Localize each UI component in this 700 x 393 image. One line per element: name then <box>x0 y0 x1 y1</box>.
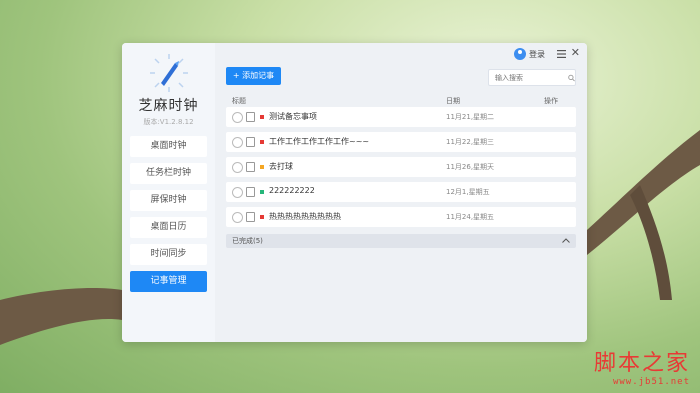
completed-label: 已完成(5) <box>232 237 263 245</box>
header-action: 操作 <box>544 97 558 105</box>
note-type-icon <box>246 187 255 197</box>
sidebar-item-notes[interactable]: 记事管理 <box>130 271 207 292</box>
note-date: 12月1,星期五 <box>446 188 490 196</box>
sidebar-item-screensaver-clock[interactable]: 屏保时钟 <box>130 190 207 211</box>
complete-checkbox[interactable] <box>232 112 243 123</box>
login-label: 登录 <box>529 49 545 59</box>
sidebar-item-taskbar-clock[interactable]: 任务栏时钟 <box>130 163 207 184</box>
sidebar: 芝麻时钟 版本:V1.2.8.12 桌面时钟 任务栏时钟 屏保时钟 桌面日历 时… <box>122 43 216 342</box>
priority-dot <box>260 140 264 144</box>
add-note-button[interactable]: + 添加记事 <box>226 67 281 85</box>
table-row[interactable]: 工作工作工作工作工作~~~ 11月22,星期三 <box>226 132 576 152</box>
note-title: 去打球 <box>269 162 293 171</box>
priority-dot <box>260 190 264 194</box>
table-row[interactable]: 热热热热热热热热热 11月24,星期五 <box>226 207 576 227</box>
watermark: 脚本之家 www.jb51.net <box>594 345 690 387</box>
chevron-up-icon <box>562 238 570 243</box>
header-title: 标题 <box>232 97 246 105</box>
watermark-url: www.jb51.net <box>612 377 690 387</box>
app-name: 芝麻时钟 <box>138 98 199 114</box>
version-label: 版本:V1.2.8.12 <box>143 118 194 126</box>
note-type-icon <box>246 212 255 222</box>
close-icon[interactable]: ✕ <box>571 46 580 59</box>
sidebar-item-time-sync[interactable]: 时间同步 <box>130 244 207 265</box>
app-logo-icon <box>150 54 188 92</box>
note-type-icon <box>246 162 255 172</box>
user-icon <box>514 48 526 60</box>
sidebar-nav: 桌面时钟 任务栏时钟 屏保时钟 桌面日历 时间同步 记事管理 <box>130 136 207 298</box>
header-date: 日期 <box>446 97 460 105</box>
priority-dot <box>260 165 264 169</box>
sidebar-item-desktop-clock[interactable]: 桌面时钟 <box>130 136 207 157</box>
note-list: 测试备忘事项 11月21,星期二 工作工作工作工作工作~~~ 11月22,星期三… <box>226 107 576 232</box>
note-date: 11月21,星期二 <box>446 113 495 121</box>
search-icon[interactable] <box>568 74 575 82</box>
table-row[interactable]: 222222222 12月1,星期五 <box>226 182 576 202</box>
table-row[interactable]: 去打球 11月26,星期天 <box>226 157 576 177</box>
complete-checkbox[interactable] <box>232 212 243 223</box>
login-button[interactable]: 登录 <box>514 48 545 60</box>
watermark-text: 脚本之家 <box>593 351 690 376</box>
note-date: 11月24,星期五 <box>446 213 495 221</box>
note-type-icon <box>246 112 255 122</box>
completed-section-toggle[interactable]: 已完成(5) <box>226 234 576 248</box>
complete-checkbox[interactable] <box>232 187 243 198</box>
table-header: 标题 日期 操作 <box>226 93 576 107</box>
main-panel: 登录 ✕ + 添加记事 标题 日期 操作 测试备忘事项 <box>215 43 587 342</box>
note-date: 11月22,星期三 <box>446 138 495 146</box>
note-title: 热热热热热热热热热 <box>269 212 341 221</box>
note-type-icon <box>246 137 255 147</box>
menu-icon[interactable] <box>557 50 566 58</box>
sidebar-item-desktop-calendar[interactable]: 桌面日历 <box>130 217 207 238</box>
search-box <box>488 69 576 86</box>
note-title: 测试备忘事项 <box>269 112 317 121</box>
priority-dot <box>260 215 264 219</box>
complete-checkbox[interactable] <box>232 162 243 173</box>
priority-dot <box>260 115 264 119</box>
search-input[interactable] <box>493 72 565 83</box>
note-date: 11月26,星期天 <box>446 163 495 171</box>
table-row[interactable]: 测试备忘事项 11月21,星期二 <box>226 107 576 127</box>
complete-checkbox[interactable] <box>232 137 243 148</box>
note-title: 222222222 <box>269 186 315 195</box>
app-window: 芝麻时钟 版本:V1.2.8.12 桌面时钟 任务栏时钟 屏保时钟 桌面日历 时… <box>122 43 587 342</box>
note-title: 工作工作工作工作工作~~~ <box>269 137 370 146</box>
